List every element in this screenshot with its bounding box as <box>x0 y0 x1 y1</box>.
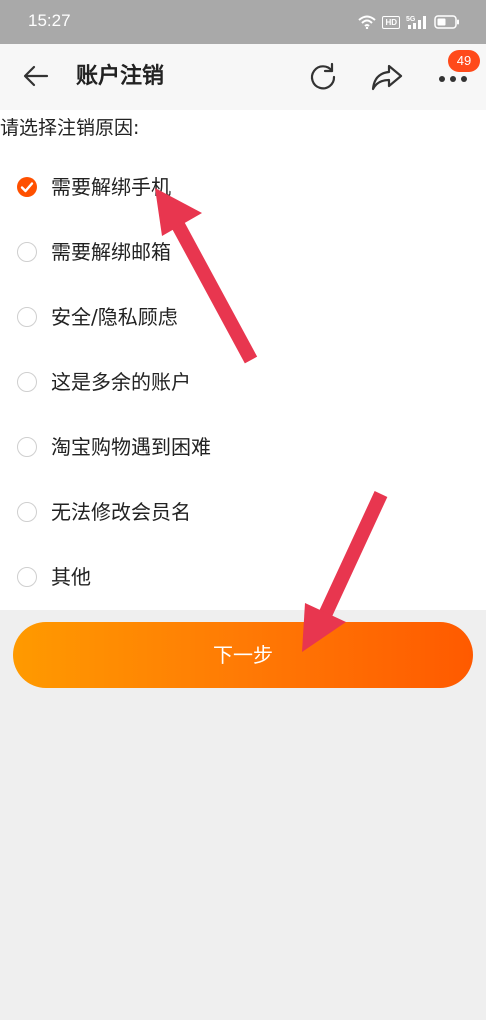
radio-checked-icon <box>17 177 37 197</box>
back-arrow-icon <box>23 65 49 90</box>
back-button[interactable] <box>20 61 52 93</box>
status-bar: 15:27 HD 5G <box>0 0 486 44</box>
radio-unchecked-icon <box>17 502 37 522</box>
status-icons: HD 5G <box>358 12 460 32</box>
share-icon <box>371 63 403 94</box>
reason-label: 无法修改会员名 <box>51 500 191 524</box>
more-icon <box>438 71 468 86</box>
reason-option-2[interactable]: 需要解绑邮箱 <box>0 228 486 278</box>
reason-option-7[interactable]: 其他 <box>0 553 486 603</box>
reason-label: 这是多余的账户 <box>51 370 191 394</box>
reason-option-5[interactable]: 淘宝购物遇到困难 <box>0 423 486 473</box>
refresh-icon <box>308 62 338 95</box>
refresh-button[interactable] <box>306 61 340 95</box>
radio-unchecked-icon <box>17 372 37 392</box>
network-label: 5G <box>406 16 416 23</box>
reason-label: 需要解绑手机 <box>51 175 171 199</box>
reason-label: 淘宝购物遇到困难 <box>51 435 211 459</box>
reason-label: 需要解绑邮箱 <box>51 240 171 264</box>
reason-option-1[interactable]: 需要解绑手机 <box>0 163 486 213</box>
reason-label: 安全/隐私顾虑 <box>51 305 178 329</box>
hd-badge: HD <box>382 15 400 29</box>
reason-form: 请选择注销原因: 需要解绑手机 需要解绑邮箱 安全/隐私顾虑 这是多余的账户 淘… <box>0 110 486 610</box>
page-title: 账户注销 <box>76 64 165 89</box>
radio-unchecked-icon <box>17 242 37 262</box>
reason-option-6[interactable]: 无法修改会员名 <box>0 488 486 538</box>
share-button[interactable] <box>370 61 404 95</box>
form-prompt: 请选择注销原因: <box>0 117 140 139</box>
wifi-icon <box>358 15 377 29</box>
reason-option-4[interactable]: 这是多余的账户 <box>0 358 486 408</box>
notification-badge: 49 <box>448 50 480 72</box>
signal-5g-icon: 5G <box>406 14 428 30</box>
radio-unchecked-icon <box>17 307 37 327</box>
radio-unchecked-icon <box>17 437 37 457</box>
status-time: 15:27 <box>28 11 71 30</box>
reason-label: 其他 <box>51 565 91 589</box>
reason-option-3[interactable]: 安全/隐私顾虑 <box>0 293 486 343</box>
nav-bar: 账户注销 <box>0 44 486 110</box>
battery-icon <box>434 15 460 29</box>
radio-unchecked-icon <box>17 567 37 587</box>
next-step-button[interactable]: 下一步 <box>13 622 473 688</box>
